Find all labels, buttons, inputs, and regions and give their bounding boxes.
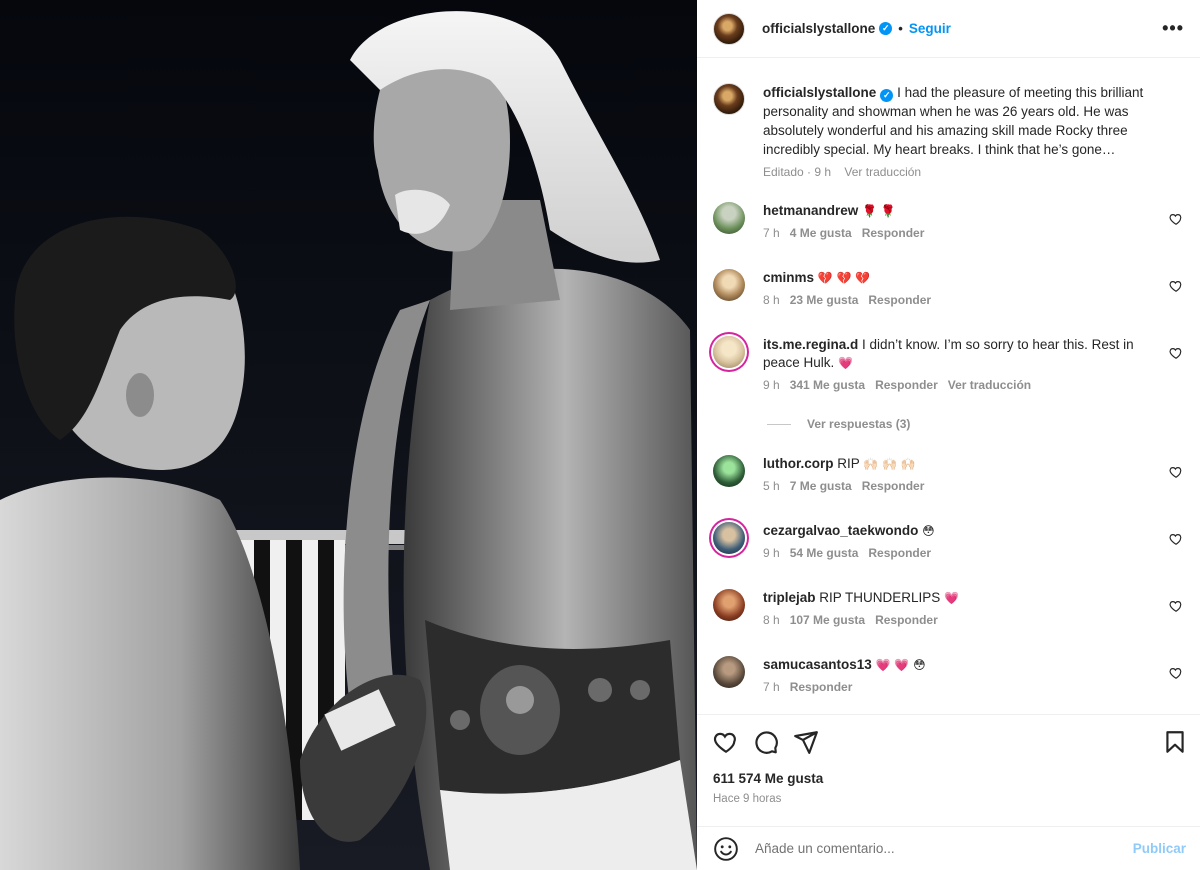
reply-button[interactable]: Responder	[875, 378, 938, 392]
heart-icon[interactable]	[1169, 532, 1183, 546]
comment-icon[interactable]	[753, 729, 779, 755]
comment-likes[interactable]: 54 Me gusta	[790, 546, 859, 560]
comments-list[interactable]: officialslystallone ✓ I had the pleasure …	[697, 59, 1200, 714]
comment-item: triplejab RIP THUNDERLIPS 💗 8 h 107 Me gu…	[713, 589, 1183, 627]
comment-item: luthor.corp RIP 🙌🏻 🙌🏻 🙌🏻 5 h 7 Me gusta Re…	[713, 455, 1183, 493]
comment-time: 9 h	[763, 546, 780, 560]
heart-icon[interactable]	[1169, 666, 1183, 680]
bookmark-icon[interactable]	[1162, 729, 1188, 755]
comment-username[interactable]: cminms	[763, 270, 814, 285]
commenter-avatar[interactable]	[713, 656, 745, 688]
comment-time: 8 h	[763, 613, 780, 627]
comment-text: RIP THUNDERLIPS	[819, 590, 941, 605]
add-comment-input[interactable]: Añade un comentario...	[755, 841, 1133, 856]
heart-icon[interactable]	[1169, 279, 1183, 293]
comment-item: its.me.regina.d I didn’t know. I’m so so…	[713, 336, 1183, 392]
commenter-avatar[interactable]	[713, 202, 745, 234]
reply-button[interactable]: Responder	[868, 546, 931, 560]
verified-icon: ✓	[879, 22, 893, 35]
comment-likes[interactable]: 7 Me gusta	[790, 479, 852, 493]
caption-translate-link[interactable]: Ver traducción	[844, 165, 921, 179]
author-username[interactable]: officialslystallone	[762, 21, 875, 36]
comment-time: 9 h	[763, 378, 780, 392]
heart-icon[interactable]	[1169, 465, 1183, 479]
comment-emoji: 💗	[838, 356, 854, 370]
reply-button[interactable]: Responder	[862, 226, 925, 240]
share-icon[interactable]	[793, 729, 819, 755]
reply-button[interactable]: Responder	[868, 293, 931, 307]
post-time: Hace 9 horas	[713, 793, 782, 805]
commenter-avatar[interactable]	[713, 336, 745, 368]
caption-time: Editado · 9 h	[763, 165, 832, 179]
heart-icon[interactable]	[713, 729, 739, 755]
comment-likes[interactable]: 107 Me gusta	[790, 613, 865, 627]
comment-emoji: 💗 💗 😳	[875, 658, 926, 672]
post-detail-panel: officialslystallone ✓ • Seguir ••• offic…	[697, 0, 1200, 870]
reply-button[interactable]: Responder	[875, 613, 938, 627]
post-image[interactable]	[0, 0, 697, 870]
post-photo-illustration	[0, 0, 697, 870]
author-avatar[interactable]	[713, 12, 745, 45]
reply-button[interactable]: Responder	[862, 479, 925, 493]
caption-meta: Editado · 9 h Ver traducción	[763, 165, 1163, 179]
comment-username[interactable]: cezargalvao_taekwondo	[763, 523, 918, 538]
view-replies-label: Ver respuestas (3)	[807, 417, 911, 431]
comment-text: RIP	[837, 456, 860, 471]
caption-text-block: officialslystallone ✓ I had the pleasure …	[763, 83, 1163, 159]
emoji-icon[interactable]	[713, 836, 739, 862]
translate-link[interactable]: Ver traducción	[948, 378, 1031, 392]
comment-time: 7 h	[763, 680, 780, 694]
caption-username[interactable]: officialslystallone	[763, 85, 876, 100]
view-replies-button[interactable]: Ver respuestas (3)	[767, 417, 910, 431]
caption-author-avatar[interactable]	[713, 83, 745, 115]
comment-emoji: 😳	[922, 524, 935, 538]
commenter-avatar[interactable]	[713, 455, 745, 487]
comment-item: hetmanandrew 🌹 🌹 7 h 4 Me gusta Responder	[713, 202, 1183, 240]
action-icons	[713, 729, 819, 755]
comment-username[interactable]: its.me.regina.d	[763, 337, 858, 352]
more-icon[interactable]: •••	[1162, 19, 1184, 37]
add-comment-bar: Añade un comentario... Publicar	[697, 826, 1200, 870]
heart-icon[interactable]	[1169, 346, 1183, 360]
comment-emoji: 🙌🏻 🙌🏻 🙌🏻	[863, 457, 916, 471]
commenter-avatar[interactable]	[713, 522, 745, 554]
post-header: officialslystallone ✓ • Seguir •••	[697, 0, 1200, 58]
comment-item: cminms 💔 💔 💔 8 h 23 Me gusta Responder	[713, 269, 1183, 307]
comment-item: samucasantos13 💗 💗 😳 7 h Responder	[713, 656, 1183, 694]
post-actions: 611 574 Me gusta Hace 9 horas	[697, 714, 1200, 826]
replies-divider	[767, 423, 791, 425]
comment-likes[interactable]: 341 Me gusta	[790, 378, 865, 392]
comment-emoji: 💔 💔 💔	[817, 271, 871, 285]
heart-icon[interactable]	[1169, 599, 1183, 613]
verified-icon: ✓	[880, 89, 894, 102]
likes-count[interactable]: 611 574 Me gusta	[713, 771, 823, 786]
comment-username[interactable]: hetmanandrew	[763, 203, 858, 218]
post-caption: officialslystallone ✓ I had the pleasure …	[713, 83, 1183, 179]
comment-time: 8 h	[763, 293, 780, 307]
comment-username[interactable]: samucasantos13	[763, 657, 872, 672]
follow-button[interactable]: Seguir	[909, 21, 951, 36]
comment-emoji: 🌹 🌹	[862, 204, 896, 218]
comment-emoji: 💗	[944, 591, 960, 605]
commenter-avatar[interactable]	[713, 269, 745, 301]
comment-time: 7 h	[763, 226, 780, 240]
comment-likes[interactable]: 4 Me gusta	[790, 226, 852, 240]
publish-button[interactable]: Publicar	[1133, 841, 1186, 856]
comment-likes[interactable]: 23 Me gusta	[790, 293, 859, 307]
comment-item: cezargalvao_taekwondo 😳 9 h 54 Me gusta Re…	[713, 522, 1183, 560]
comment-username[interactable]: triplejab	[763, 590, 816, 605]
separator-dot: •	[898, 21, 903, 36]
heart-icon[interactable]	[1169, 212, 1183, 226]
bookmark-button[interactable]	[1162, 729, 1188, 758]
commenter-avatar[interactable]	[713, 589, 745, 621]
reply-button[interactable]: Responder	[790, 680, 853, 694]
comment-time: 5 h	[763, 479, 780, 493]
comment-username[interactable]: luthor.corp	[763, 456, 834, 471]
